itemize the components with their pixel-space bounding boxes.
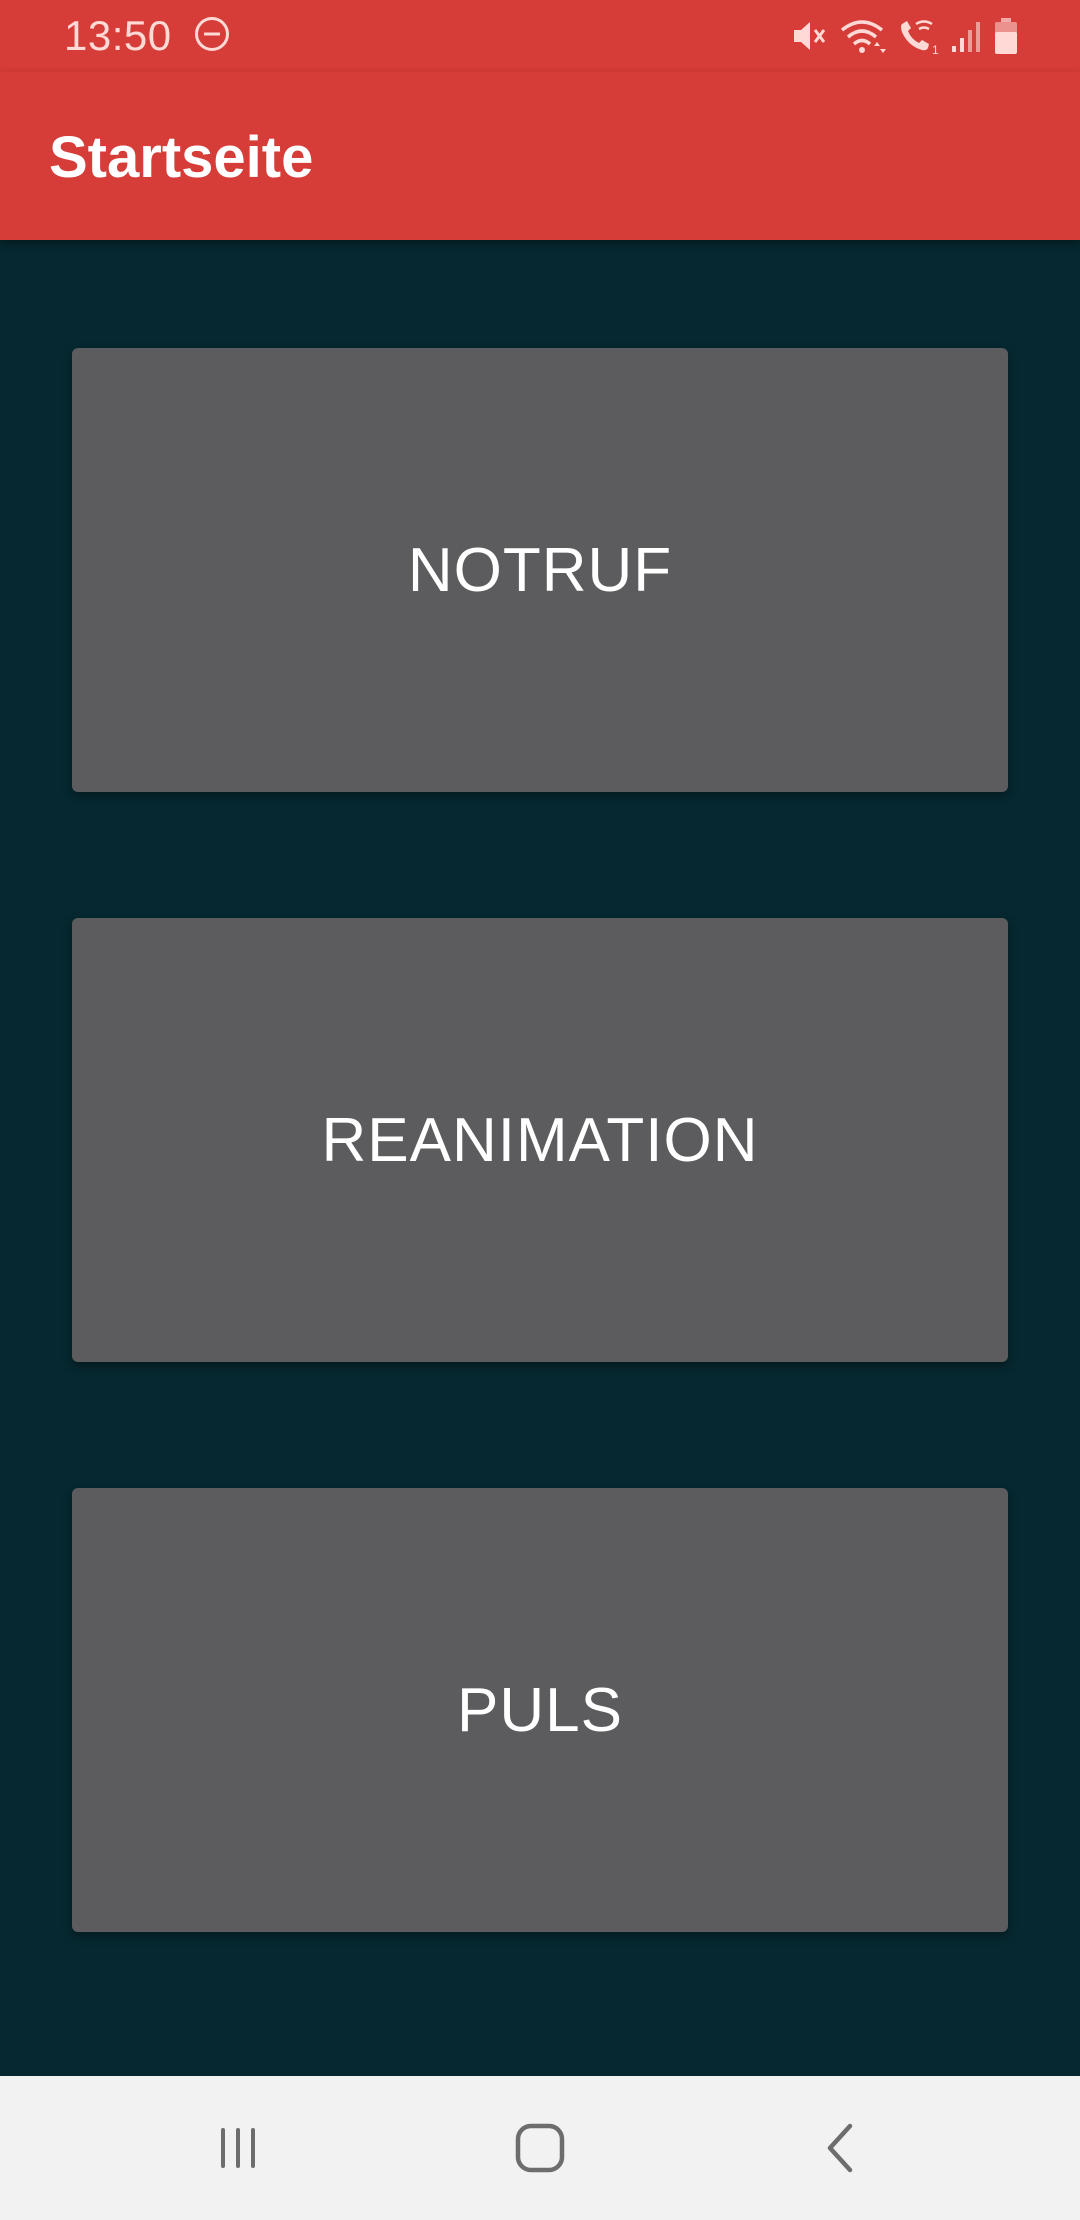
puls-button[interactable]: PULS: [72, 1488, 1008, 1932]
page-title: Startseite: [49, 125, 314, 190]
notruf-button-label: NOTRUF: [407, 535, 673, 605]
do-not-disturb-icon: [194, 16, 230, 52]
wifi-calling-icon: 1: [896, 16, 940, 56]
recents-icon[interactable]: [208, 2118, 268, 2178]
home-icon[interactable]: [510, 2118, 570, 2178]
status-bar: 13:50 1: [0, 0, 1080, 72]
reanimation-button-label: REANIMATION: [321, 1105, 759, 1175]
mute-icon: [788, 16, 828, 56]
back-icon[interactable]: [812, 2118, 872, 2178]
navigation-bar: [0, 2076, 1080, 2220]
app-bar: Startseite: [0, 72, 1080, 240]
notruf-button[interactable]: NOTRUF: [72, 348, 1008, 792]
battery-icon: [992, 16, 1020, 56]
status-icons: 1: [788, 14, 1020, 58]
svg-text:1: 1: [932, 43, 939, 56]
signal-icon: [950, 16, 982, 56]
status-time: 13:50: [64, 12, 172, 59]
puls-button-label: PULS: [457, 1675, 623, 1745]
reanimation-button[interactable]: REANIMATION: [72, 918, 1008, 1362]
wifi-icon: [838, 16, 886, 56]
screen: 13:50 1 Startseite NOTRUF REANIMATION PU…: [0, 0, 1080, 2220]
